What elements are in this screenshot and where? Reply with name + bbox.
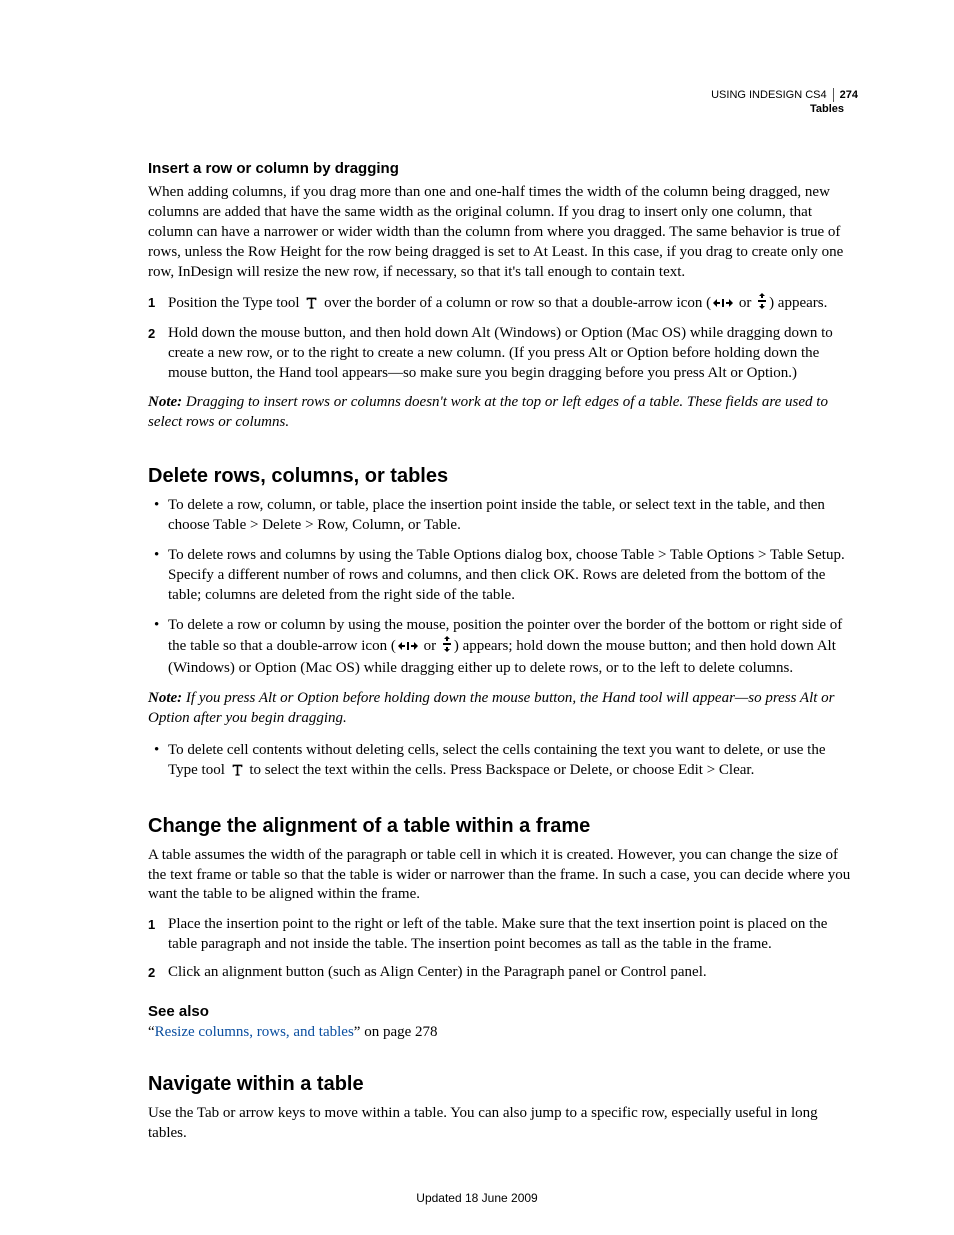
heading-delete: Delete rows, columns, or tables (148, 465, 856, 488)
heading-insert-drag: Insert a row or column by dragging (148, 160, 856, 177)
link-resize-columns[interactable]: Resize columns, rows, and tables (155, 1024, 354, 1040)
text: ) appears. (769, 295, 827, 311)
note: Note: Dragging to insert rows or columns… (148, 393, 856, 433)
bullet-list: To delete a row, column, or table, place… (148, 496, 856, 679)
double-arrow-horizontal-icon (398, 639, 418, 659)
list-item: To delete rows and columns by using the … (148, 546, 856, 606)
main-content: Insert a row or column by dragging When … (148, 160, 856, 1144)
text: ” on page 278 (354, 1024, 438, 1040)
bullet-list: To delete cell contents without deleting… (148, 741, 856, 783)
heading-alignment: Change the alignment of a table within a… (148, 815, 856, 838)
list-item: To delete a row or column by using the m… (148, 616, 856, 679)
list-item: Click an alignment button (such as Align… (148, 963, 856, 983)
page: USING INDESIGN CS4274 Tables Insert a ro… (0, 0, 954, 1235)
paragraph: A table assumes the width of the paragra… (148, 846, 856, 906)
list-item: Position the Type tool over the border o… (148, 293, 856, 316)
see-also-line: “Resize columns, rows, and tables” on pa… (148, 1024, 856, 1041)
text: to select the text within the cells. Pre… (246, 762, 755, 778)
list-item: Hold down the mouse button, and then hol… (148, 324, 856, 384)
text: or (735, 295, 755, 311)
note: Note: If you press Alt or Option before … (148, 689, 856, 729)
double-arrow-vertical-icon (757, 293, 767, 316)
page-footer: Updated 18 June 2009 (0, 1191, 954, 1205)
note-text: Dragging to insert rows or columns doesn… (148, 394, 828, 430)
ordered-list: Place the insertion point to the right o… (148, 915, 856, 983)
paragraph: When adding columns, if you drag more th… (148, 183, 856, 283)
text: or (420, 638, 440, 654)
list-item: To delete cell contents without deleting… (148, 741, 856, 783)
see-also-heading: See also (148, 1003, 856, 1020)
heading-navigate: Navigate within a table (148, 1073, 856, 1096)
double-arrow-horizontal-icon (713, 296, 733, 316)
note-text: If you press Alt or Option before holdin… (148, 690, 835, 726)
double-arrow-vertical-icon (442, 636, 452, 659)
paragraph: Use the Tab or arrow keys to move within… (148, 1104, 856, 1144)
note-label: Note: (148, 690, 186, 706)
note-label: Note: (148, 394, 186, 410)
text: “ (148, 1024, 155, 1040)
page-header: USING INDESIGN CS4274 Tables (711, 88, 858, 117)
page-number: 274 (834, 89, 858, 101)
type-tool-icon (305, 296, 318, 316)
ordered-list: Position the Type tool over the border o… (148, 293, 856, 384)
text: over the border of a column or row so th… (320, 295, 711, 311)
doc-title: USING INDESIGN CS4 (711, 88, 834, 102)
text: Position the Type tool (168, 295, 303, 311)
list-item: Place the insertion point to the right o… (148, 915, 856, 955)
type-tool-icon (231, 763, 244, 783)
list-item: To delete a row, column, or table, place… (148, 496, 856, 536)
section-label: Tables (711, 102, 858, 116)
